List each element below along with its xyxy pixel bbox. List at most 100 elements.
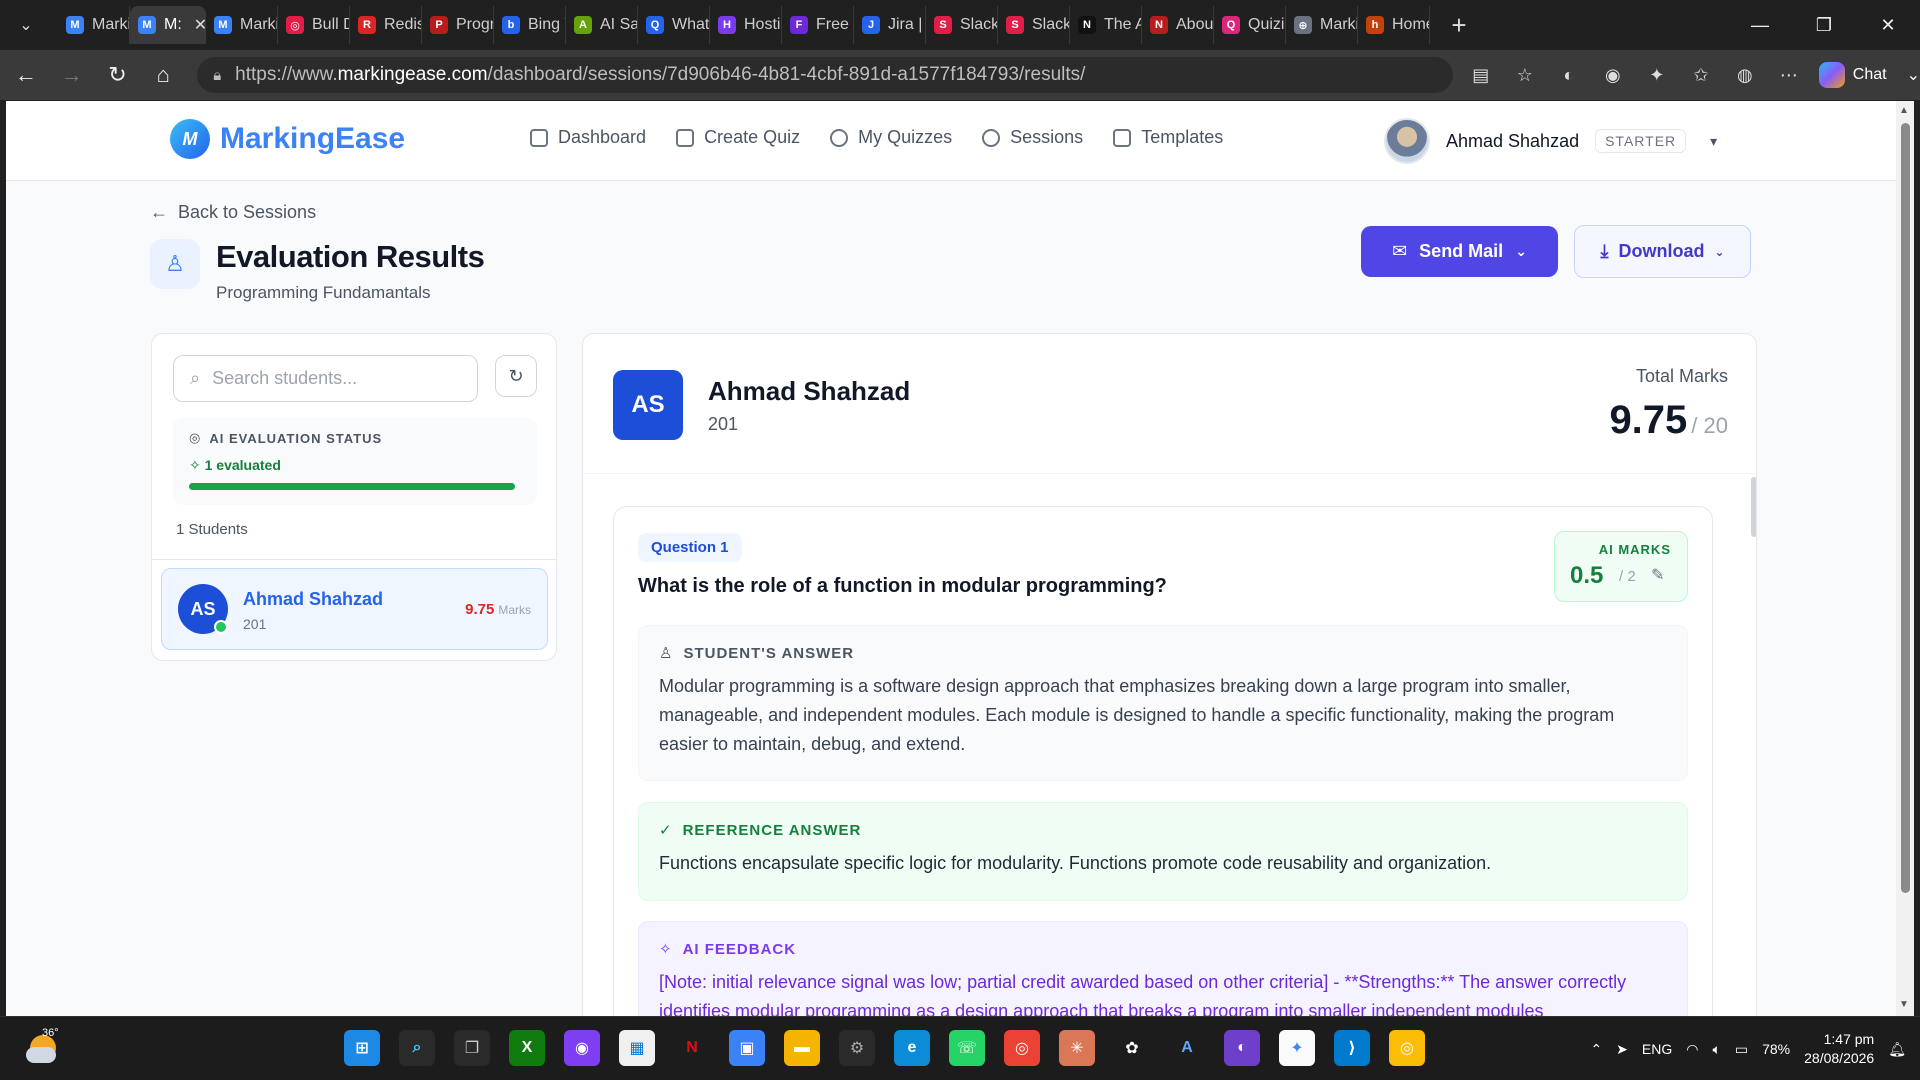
location-arrow-icon[interactable]: ➤ bbox=[1616, 1041, 1628, 1058]
claude-icon[interactable]: ✳ bbox=[1059, 1030, 1095, 1066]
extension-eyes-icon[interactable]: ◉ bbox=[1593, 55, 1633, 95]
browser-tab[interactable]: h Home bbox=[1358, 6, 1430, 44]
home-icon[interactable]: ⌂ bbox=[143, 55, 183, 95]
close-window-icon[interactable]: ✕ bbox=[1856, 0, 1920, 50]
browser-tab[interactable]: N The AI bbox=[1070, 6, 1142, 44]
chrome-icon[interactable]: ◎ bbox=[1004, 1030, 1040, 1066]
copilot-icon bbox=[1818, 62, 1845, 88]
notification-bell-icon[interactable]: 🔔︎ bbox=[1888, 1041, 1906, 1058]
browser-tab[interactable]: b Bing V bbox=[494, 6, 566, 44]
tab-favicon-icon: M bbox=[66, 16, 84, 34]
profile-avatar-icon[interactable]: ◍ bbox=[1725, 55, 1765, 95]
chatgpt-icon[interactable]: ✿ bbox=[1114, 1030, 1150, 1066]
task-view-icon[interactable]: ❐ bbox=[454, 1030, 490, 1066]
browser-tab[interactable]: S Slack bbox=[998, 6, 1070, 44]
page-scrollbar[interactable]: ▲ ▼ bbox=[1896, 101, 1914, 1016]
weather-widget[interactable]: 36° bbox=[26, 1027, 62, 1067]
extension-icon[interactable]: ◐ bbox=[1549, 55, 1589, 95]
xbox-icon[interactable]: X bbox=[509, 1030, 545, 1066]
browser-tab[interactable]: M M: ✕ bbox=[130, 6, 206, 44]
back-to-sessions-link[interactable]: ← Back to Sessions bbox=[150, 202, 316, 223]
browser-tab[interactable]: F Free C bbox=[782, 6, 854, 44]
store-icon[interactable]: ▦ bbox=[619, 1030, 655, 1066]
close-tab-icon[interactable]: ✕ bbox=[194, 15, 206, 35]
history-icon bbox=[982, 128, 1001, 147]
minimize-icon[interactable]: — bbox=[1728, 0, 1792, 50]
nav-templates[interactable]: Templates bbox=[1113, 127, 1223, 148]
brand-logo[interactable]: M MarkingEase bbox=[170, 119, 405, 159]
photos-app-icon[interactable]: ◉ bbox=[564, 1030, 600, 1066]
nav-dashboard[interactable]: Dashboard bbox=[530, 127, 646, 148]
new-tab-icon[interactable]: + bbox=[1444, 10, 1474, 41]
lock-icon[interactable]: 🔒︎ bbox=[213, 67, 221, 84]
page-subtitle: Programming Fundamantals bbox=[216, 283, 431, 302]
panel-scrollbar[interactable] bbox=[1751, 477, 1756, 537]
user-menu[interactable]: Ahmad Shahzad STARTER ▾ bbox=[1384, 118, 1717, 164]
nav-sessions[interactable]: Sessions bbox=[982, 127, 1083, 148]
volume-icon[interactable]: 🔈︎ bbox=[1712, 1041, 1720, 1058]
forward-icon[interactable]: → bbox=[52, 55, 92, 95]
gemini-icon[interactable]: ✦ bbox=[1279, 1030, 1315, 1066]
tab-actions-menu-icon[interactable]: ⌄ bbox=[8, 7, 44, 43]
chevron-down-icon: ⌄ bbox=[1515, 243, 1527, 259]
browser-tab[interactable]: M Markir bbox=[206, 6, 278, 44]
reader-mode-icon[interactable]: ▤ bbox=[1461, 55, 1501, 95]
browser-tab[interactable]: ◎ Bull D bbox=[278, 6, 350, 44]
refresh-button[interactable]: ↻ bbox=[495, 355, 537, 397]
edit-pencil-icon[interactable]: ✎ bbox=[1651, 565, 1664, 585]
tab-label: Slack bbox=[1032, 16, 1070, 33]
browser-tab[interactable]: H Hostin bbox=[710, 6, 782, 44]
vscode-icon[interactable]: ⟩ bbox=[1334, 1030, 1370, 1066]
chevron-down-icon[interactable]: ▾ bbox=[1710, 133, 1717, 150]
back-icon[interactable]: ← bbox=[6, 55, 46, 95]
scroll-up-icon[interactable]: ▲ bbox=[1899, 105, 1909, 116]
restore-icon[interactable]: ❐ bbox=[1792, 0, 1856, 50]
browser-tab[interactable]: J Jira | I bbox=[854, 6, 926, 44]
browser-tab[interactable]: Q What bbox=[638, 6, 710, 44]
browser-tab[interactable]: M Markir bbox=[58, 6, 130, 44]
file-explorer-icon[interactable]: ▬ bbox=[784, 1030, 820, 1066]
extensions-puzzle-icon[interactable]: ✦ bbox=[1637, 55, 1677, 95]
more-options-icon[interactable]: ⋯ bbox=[1769, 55, 1809, 95]
language-indicator[interactable]: ENG bbox=[1642, 1041, 1672, 1057]
search-icon[interactable]: ⌕ bbox=[399, 1030, 435, 1066]
arc-icon[interactable]: A bbox=[1169, 1030, 1205, 1066]
reload-icon[interactable]: ↻ bbox=[98, 55, 138, 95]
chrome-profile-icon[interactable]: ◎ bbox=[1389, 1030, 1425, 1066]
progress-fill bbox=[189, 483, 515, 490]
copilot-chat-button[interactable]: Chat ⌄ bbox=[1818, 62, 1920, 88]
settings-gear-icon[interactable]: ⚙ bbox=[839, 1030, 875, 1066]
browser-tab[interactable]: R Redis bbox=[350, 6, 422, 44]
ai-feedback-box: ✧ AI FEEDBACK [Note: initial relevance si… bbox=[638, 921, 1688, 1016]
scrollbar-thumb[interactable] bbox=[1901, 123, 1910, 893]
chevron-down-icon[interactable]: ⌄ bbox=[1907, 65, 1920, 85]
browser-tab[interactable]: A AI Sal bbox=[566, 6, 638, 44]
search-input[interactable]: ⌕ Search students... bbox=[173, 355, 478, 402]
student-list-item[interactable]: AS Ahmad Shahzad 201 9.75 Marks bbox=[161, 568, 548, 650]
send-mail-button[interactable]: ✉ Send Mail ⌄ bbox=[1361, 226, 1558, 277]
favorite-star-icon[interactable]: ☆ bbox=[1505, 55, 1545, 95]
battery-icon[interactable]: ▭ bbox=[1735, 1041, 1748, 1058]
photos-icon[interactable]: ▣ bbox=[729, 1030, 765, 1066]
arrow-left-icon: ← bbox=[150, 202, 168, 222]
start-icon[interactable]: ⊞ bbox=[344, 1030, 380, 1066]
url-field[interactable]: 🔒︎ https://www.markingease.com/dashboard… bbox=[197, 57, 1453, 93]
github-icon[interactable]: ◐ bbox=[1224, 1030, 1260, 1066]
browser-tab[interactable]: S Slack bbox=[926, 6, 998, 44]
edge-icon[interactable]: e bbox=[894, 1030, 930, 1066]
browser-tab[interactable]: Q Quiziz bbox=[1214, 6, 1286, 44]
netflix-icon[interactable]: N bbox=[674, 1030, 710, 1066]
wifi-icon[interactable]: ◠ bbox=[1686, 1041, 1698, 1058]
browser-tab[interactable]: P Progra bbox=[422, 6, 494, 44]
favorites-icon[interactable]: ✩ bbox=[1681, 55, 1721, 95]
download-button[interactable]: ⤓ Download ⌄ bbox=[1574, 225, 1751, 278]
nav-my-quizzes[interactable]: My Quizzes bbox=[830, 127, 952, 148]
clock[interactable]: 1:47 pm 28/08/2026 bbox=[1804, 1030, 1874, 1068]
browser-tab[interactable]: N About bbox=[1142, 6, 1214, 44]
whatsapp-icon[interactable]: ☏ bbox=[949, 1030, 985, 1066]
browser-tab[interactable]: ⊕ Markir bbox=[1286, 6, 1358, 44]
nav-create-quiz[interactable]: Create Quiz bbox=[676, 127, 800, 148]
scroll-down-icon[interactable]: ▼ bbox=[1899, 999, 1909, 1010]
chevron-up-icon[interactable]: ⌃ bbox=[1590, 1041, 1602, 1058]
reference-answer-heading: ✓ REFERENCE ANSWER bbox=[659, 821, 1667, 840]
